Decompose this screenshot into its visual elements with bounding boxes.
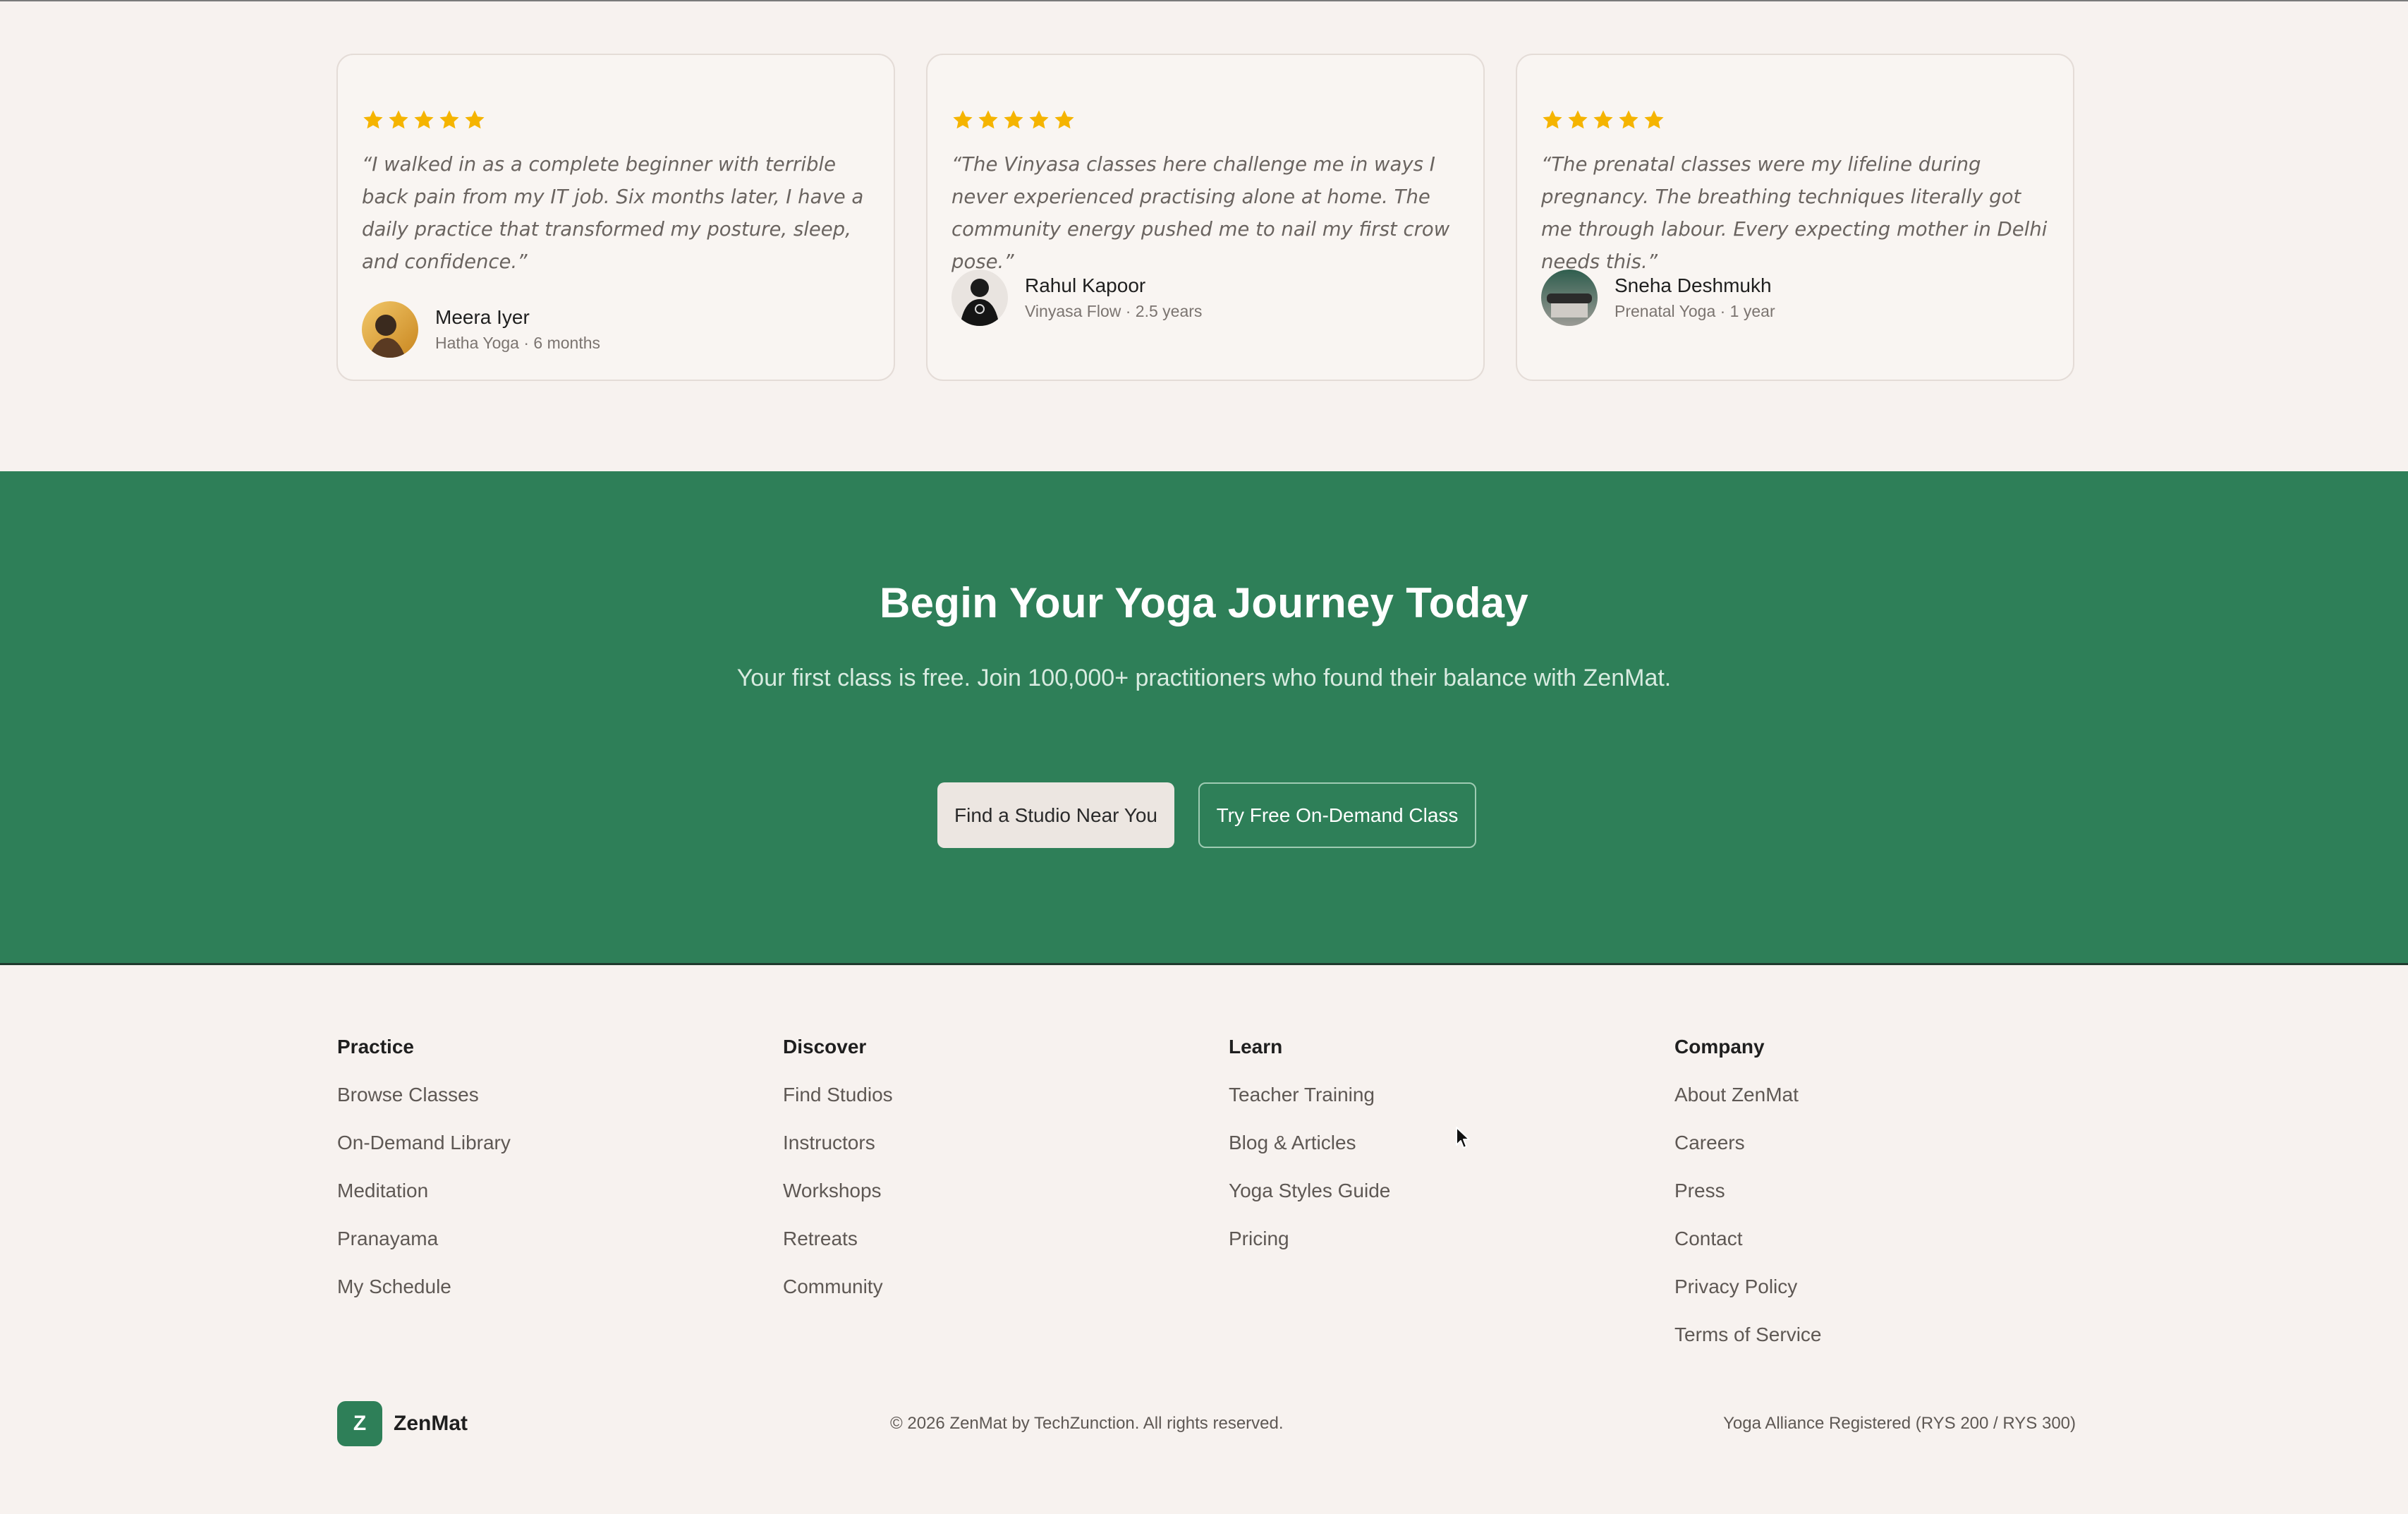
- testimonial-cards: “I walked in as a complete beginner with…: [336, 54, 2076, 381]
- author-meta: Hatha Yoga · 6 months: [435, 334, 600, 352]
- footer-link[interactable]: Contact: [1674, 1225, 2120, 1273]
- star-icon: [363, 110, 383, 129]
- testimonial-card: “The prenatal classes were my lifeline d…: [1516, 54, 2074, 381]
- star-icon: [978, 110, 998, 129]
- footer-link[interactable]: Pricing: [1229, 1225, 1674, 1273]
- cursor-pointer-icon: [1456, 1127, 1470, 1149]
- author-name: Sneha Deshmukh: [1615, 274, 1772, 296]
- star-icon: [439, 110, 459, 129]
- footer-brand[interactable]: Z ZenMat: [337, 1401, 468, 1446]
- footer-column-practice: Practice Browse Classes On-Demand Librar…: [337, 1033, 783, 1369]
- testimonial-quote: “I walked in as a complete beginner with…: [362, 153, 864, 273]
- cta-section: Begin Your Yoga Journey Today Your first…: [0, 471, 2408, 964]
- testimonials-section: “I walked in as a complete beginner with…: [0, 0, 2408, 471]
- registration-text: Yoga Alliance Registered (RYS 200 / RYS …: [1723, 1414, 2076, 1433]
- footer-heading: Practice: [337, 1036, 414, 1058]
- star-icon: [1029, 110, 1049, 129]
- footer-heading: Discover: [783, 1036, 867, 1058]
- testimonial-author: Rahul Kapoor Vinyasa Flow · 2.5 years: [951, 270, 1202, 326]
- cta-subtitle: Your first class is free. Join 100,000+ …: [736, 665, 1672, 691]
- star-icon: [1619, 110, 1638, 129]
- star-icon: [1644, 110, 1664, 129]
- star-icon: [1593, 110, 1613, 129]
- author-meta: Prenatal Yoga · 1 year: [1615, 302, 1775, 320]
- page: “I walked in as a complete beginner with…: [0, 0, 2408, 1514]
- footer-link[interactable]: Careers: [1674, 1129, 2120, 1177]
- footer-heading: Company: [1674, 1036, 1765, 1058]
- star-icon: [953, 110, 973, 129]
- cta-title: Begin Your Yoga Journey Today: [880, 579, 1528, 626]
- footer-link[interactable]: Workshops: [783, 1177, 1229, 1225]
- author-name: Rahul Kapoor: [1025, 274, 1146, 296]
- footer-link[interactable]: Teacher Training: [1229, 1081, 1674, 1129]
- star-rating: [362, 109, 870, 133]
- star-icon: [414, 110, 434, 129]
- find-studio-button[interactable]: Find a Studio Near You: [937, 782, 1174, 848]
- footer-columns: Practice Browse Classes On-Demand Librar…: [337, 1033, 2120, 1369]
- star-icon: [1568, 110, 1588, 129]
- avatar: [951, 270, 1008, 326]
- star-icon: [1054, 110, 1074, 129]
- footer-link[interactable]: Instructors: [783, 1129, 1229, 1177]
- testimonial-author: Meera Iyer Hatha Yoga · 6 months: [362, 301, 600, 358]
- footer-link[interactable]: About ZenMat: [1674, 1081, 2120, 1129]
- avatar: [362, 301, 418, 358]
- footer-link[interactable]: Pranayama: [337, 1225, 783, 1273]
- author-meta: Vinyasa Flow · 2.5 years: [1025, 302, 1203, 320]
- star-rating: [951, 109, 1459, 133]
- footer-link[interactable]: Yoga Styles Guide: [1229, 1177, 1674, 1225]
- footer-link[interactable]: Press: [1674, 1177, 2120, 1225]
- testimonial-card: “The Vinyasa classes here challenge me i…: [926, 54, 1485, 381]
- avatar: [1541, 270, 1598, 326]
- testimonial-card: “I walked in as a complete beginner with…: [336, 54, 895, 381]
- footer-link[interactable]: Find Studios: [783, 1081, 1229, 1129]
- try-free-class-button[interactable]: Try Free On-Demand Class: [1198, 782, 1476, 848]
- footer-link[interactable]: On-Demand Library: [337, 1129, 783, 1177]
- copyright-text: © 2026 ZenMat by TechZunction. All right…: [890, 1414, 1284, 1433]
- footer-link[interactable]: Retreats: [783, 1225, 1229, 1273]
- star-icon: [1004, 110, 1023, 129]
- footer-column-company: Company About ZenMat Careers Press Conta…: [1674, 1033, 2120, 1369]
- footer-link[interactable]: Browse Classes: [337, 1081, 783, 1129]
- star-icon: [389, 110, 408, 129]
- footer-link[interactable]: Meditation: [337, 1177, 783, 1225]
- footer-link[interactable]: My Schedule: [337, 1273, 783, 1321]
- footer: Practice Browse Classes On-Demand Librar…: [0, 965, 2408, 1514]
- cta-buttons: Find a Studio Near You Try Free On-Deman…: [937, 782, 1476, 848]
- brand-name: ZenMat: [394, 1412, 468, 1435]
- testimonial-author: Sneha Deshmukh Prenatal Yoga · 1 year: [1541, 270, 1775, 326]
- top-divider: [0, 0, 2408, 1]
- star-icon: [465, 110, 485, 129]
- logo-icon: Z: [337, 1401, 382, 1446]
- footer-heading: Learn: [1229, 1036, 1283, 1058]
- testimonial-quote: “The prenatal classes were my lifeline d…: [1541, 153, 2048, 273]
- author-name: Meera Iyer: [435, 306, 530, 328]
- footer-link[interactable]: Blog & Articles: [1229, 1129, 1674, 1177]
- footer-column-learn: Learn Teacher Training Blog & Articles Y…: [1229, 1033, 1674, 1369]
- footer-link[interactable]: Terms of Service: [1674, 1321, 2120, 1369]
- star-icon: [1543, 110, 1562, 129]
- testimonial-quote: “The Vinyasa classes here challenge me i…: [951, 153, 1450, 273]
- footer-link[interactable]: Community: [783, 1273, 1229, 1321]
- footer-link[interactable]: Privacy Policy: [1674, 1273, 2120, 1321]
- footer-column-discover: Discover Find Studios Instructors Worksh…: [783, 1033, 1229, 1369]
- star-rating: [1541, 109, 2049, 133]
